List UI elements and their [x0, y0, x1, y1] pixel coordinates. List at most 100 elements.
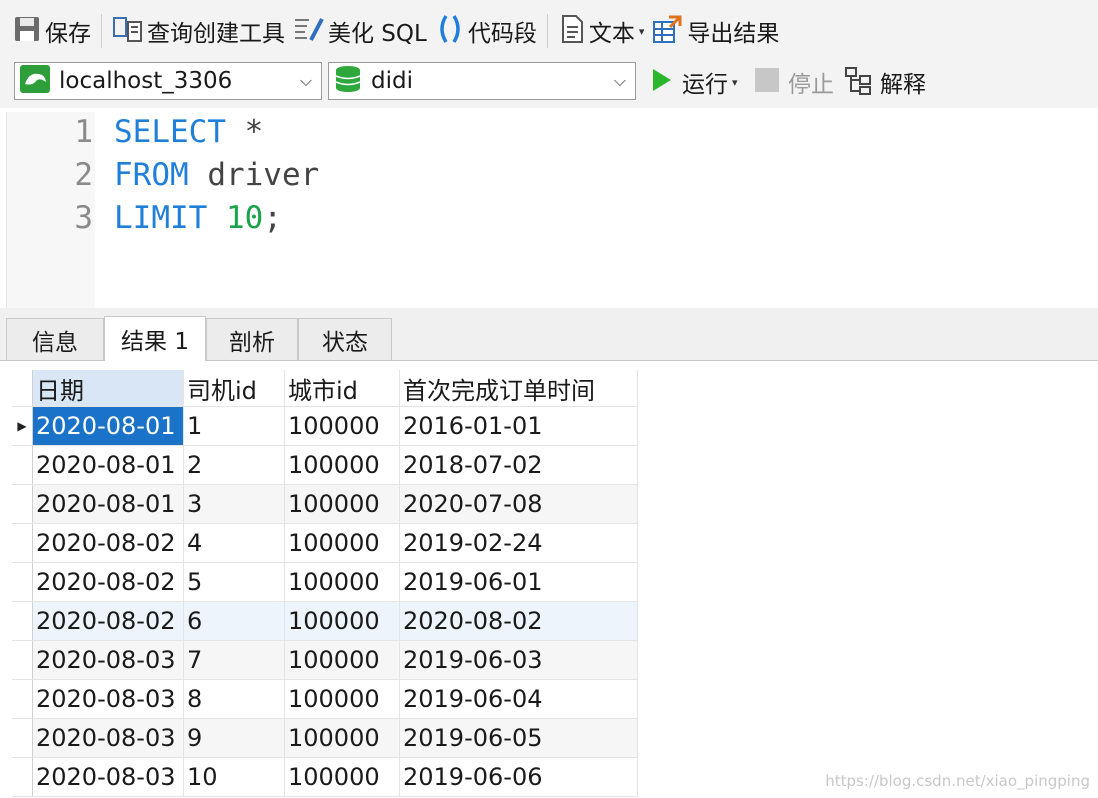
- table-cell[interactable]: 2020-08-03: [32, 718, 184, 758]
- table-cell[interactable]: 2019-06-06: [399, 757, 638, 797]
- row-indicator[interactable]: [12, 679, 33, 719]
- watermark: https://blog.csdn.net/xiao_pingping: [825, 772, 1090, 790]
- line-number: 1: [74, 114, 93, 150]
- table-cell[interactable]: 2020-08-01: [32, 484, 184, 524]
- line-number: 3: [74, 200, 93, 236]
- text-button[interactable]: 文本 ▾: [554, 11, 649, 51]
- sql-text: ;: [263, 200, 282, 236]
- table-cell[interactable]: 100000: [284, 757, 400, 797]
- export-result-icon: [652, 14, 684, 48]
- table-cell[interactable]: 5: [183, 562, 285, 602]
- table-cell[interactable]: 2020-08-03: [32, 679, 184, 719]
- table-cell[interactable]: 10: [183, 757, 285, 797]
- connection-toolbar: localhost_3306 ⌵ didi ⌵ 运行 ▾ 停止 解释: [0, 58, 1098, 108]
- table-row[interactable]: 2020-08-01 3 100000 2020-07-08: [12, 484, 638, 524]
- table-row[interactable]: 2020-08-03 8 100000 2019-06-04: [12, 679, 638, 719]
- panel-splitter[interactable]: [0, 308, 1098, 316]
- table-cell[interactable]: 2020-08-01: [32, 445, 184, 485]
- table-cell[interactable]: 2020-08-03: [32, 640, 184, 680]
- table-cell[interactable]: 2019-06-05: [399, 718, 638, 758]
- table-cell[interactable]: 100000: [284, 562, 400, 602]
- current-row-arrow-icon[interactable]: ▶: [12, 406, 33, 446]
- table-row[interactable]: 2020-08-03 7 100000 2019-06-03: [12, 640, 638, 680]
- table-cell[interactable]: 100000: [284, 484, 400, 524]
- table-cell[interactable]: 8: [183, 679, 285, 719]
- table-row[interactable]: 2020-08-01 2 100000 2018-07-02: [12, 445, 638, 485]
- table-cell[interactable]: 100000: [284, 601, 400, 641]
- sql-editor[interactable]: 1 SELECT * 2 FROM driver 3 LIMIT 10;: [6, 112, 1098, 308]
- query-builder-icon: [112, 14, 144, 48]
- column-header[interactable]: 日期: [32, 370, 184, 407]
- table-cell[interactable]: 3: [183, 484, 285, 524]
- explain-icon: [844, 65, 878, 99]
- table-row[interactable]: 2020-08-03 10 100000 2019-06-06: [12, 757, 638, 797]
- table-cell[interactable]: 2020-07-08: [399, 484, 638, 524]
- table-row[interactable]: 2020-08-02 5 100000 2019-06-01: [12, 562, 638, 602]
- beautify-sql-button[interactable]: 美化 SQL: [289, 11, 431, 51]
- table-cell[interactable]: 100000: [284, 523, 400, 563]
- table-cell[interactable]: 2019-06-04: [399, 679, 638, 719]
- result-tabs: 信息 结果 1 剖析 状态: [0, 316, 1098, 361]
- save-button[interactable]: 保存: [8, 11, 95, 51]
- row-indicator[interactable]: [12, 757, 33, 797]
- database-select[interactable]: didi ⌵: [328, 62, 636, 100]
- table-cell[interactable]: 1: [183, 406, 285, 446]
- table-cell[interactable]: 2020-08-02: [32, 601, 184, 641]
- text-dropdown-caret[interactable]: ▾: [639, 25, 645, 38]
- run-button[interactable]: 运行 ▾: [650, 64, 738, 100]
- tab-result-1[interactable]: 结果 1: [104, 316, 206, 361]
- row-indicator[interactable]: [12, 718, 33, 758]
- table-cell[interactable]: 2016-01-01: [399, 406, 638, 446]
- table-cell[interactable]: 100000: [284, 640, 400, 680]
- table-cell[interactable]: 100000: [284, 679, 400, 719]
- column-header[interactable]: 首次完成订单时间: [399, 370, 638, 407]
- table-row[interactable]: ▶ 2020-08-01 1 100000 2016-01-01: [12, 406, 638, 446]
- tab-status[interactable]: 状态: [298, 318, 392, 360]
- table-cell[interactable]: 100000: [284, 718, 400, 758]
- tab-info[interactable]: 信息: [6, 318, 104, 360]
- table-cell[interactable]: 4: [183, 523, 285, 563]
- explain-button[interactable]: 解释: [844, 64, 926, 100]
- toolbar-separator: [546, 14, 548, 48]
- line-number: 2: [74, 157, 93, 193]
- sql-text: driver: [188, 157, 320, 193]
- table-cell[interactable]: 2: [183, 445, 285, 485]
- table-cell[interactable]: 2019-02-24: [399, 523, 638, 563]
- table-cell[interactable]: 2020-08-01: [32, 406, 184, 446]
- table-cell[interactable]: 7: [183, 640, 285, 680]
- sql-keyword: FROM: [114, 157, 189, 193]
- row-indicator[interactable]: [12, 640, 33, 680]
- table-cell[interactable]: 2020-08-02: [399, 601, 638, 641]
- row-indicator[interactable]: [12, 523, 33, 563]
- table-row[interactable]: 2020-08-02 6 100000 2020-08-02: [12, 601, 638, 641]
- sql-number: 10: [226, 200, 264, 236]
- row-indicator[interactable]: [12, 484, 33, 524]
- code-snippet-button[interactable]: 代码段: [431, 11, 541, 51]
- table-row[interactable]: 2020-08-03 9 100000 2019-06-05: [12, 718, 638, 758]
- column-header[interactable]: 司机id: [183, 370, 285, 407]
- row-indicator[interactable]: [12, 562, 33, 602]
- result-grid: 日期 司机id 城市id 首次完成订单时间 ▶ 2020-08-01 1 100000…: [12, 370, 638, 797]
- tab-profile[interactable]: 剖析: [206, 318, 298, 360]
- stop-button[interactable]: 停止: [754, 64, 834, 100]
- save-icon: [12, 14, 42, 48]
- export-result-button[interactable]: 导出结果: [648, 11, 783, 51]
- table-cell[interactable]: 2019-06-03: [399, 640, 638, 680]
- table-cell[interactable]: 2020-08-03: [32, 757, 184, 797]
- row-indicator[interactable]: [12, 601, 33, 641]
- table-cell[interactable]: 2019-06-01: [399, 562, 638, 602]
- table-cell[interactable]: 6: [183, 601, 285, 641]
- connection-select[interactable]: localhost_3306 ⌵: [14, 62, 322, 100]
- table-cell[interactable]: 9: [183, 718, 285, 758]
- table-cell[interactable]: 100000: [284, 406, 400, 446]
- table-cell[interactable]: 100000: [284, 445, 400, 485]
- row-indicator[interactable]: [12, 445, 33, 485]
- text-document-icon: [558, 14, 586, 48]
- run-dropdown-caret[interactable]: ▾: [732, 76, 738, 89]
- table-cell[interactable]: 2020-08-02: [32, 562, 184, 602]
- table-row[interactable]: 2020-08-02 4 100000 2019-02-24: [12, 523, 638, 563]
- table-cell[interactable]: 2020-08-02: [32, 523, 184, 563]
- query-builder-button[interactable]: 查询创建工具: [108, 11, 289, 51]
- table-cell[interactable]: 2018-07-02: [399, 445, 638, 485]
- column-header[interactable]: 城市id: [284, 370, 400, 407]
